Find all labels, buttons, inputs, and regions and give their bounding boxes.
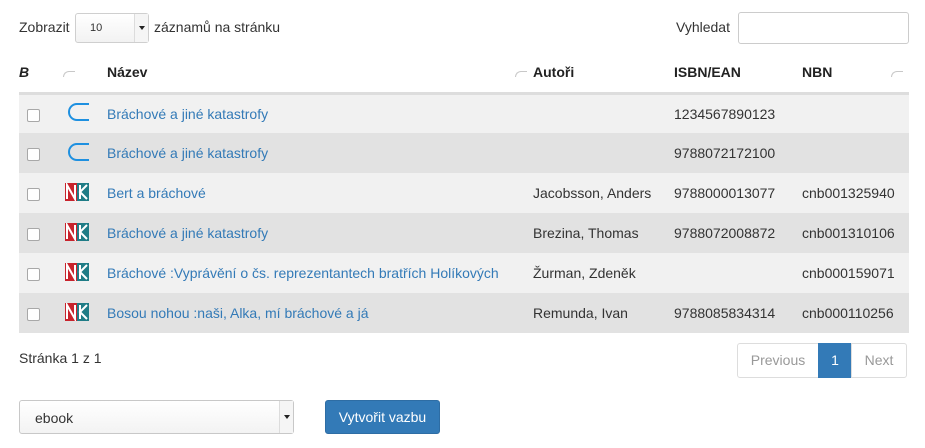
nbn-cell [802,93,909,133]
page-1-button[interactable]: 1 [818,343,852,378]
record-title-link[interactable]: Bráchové a jiné katastrofy [107,106,268,122]
table-header-row: B Název Autoři ISBN/EAN NBN [19,53,909,95]
nbn-cell: cnb001310106 [802,225,895,241]
table-row: Bráchové :Vyprávění o čs. reprezentantec… [19,253,909,293]
row-check-cell [19,253,53,293]
length-prefix-label: Zobrazit [19,19,70,35]
length-suffix-label: záznamů na stránku [154,19,281,35]
authors-cell: Jacobsson, Anders [533,185,652,201]
title-cell: Bráchové :Vyprávění o čs. reprezentantec… [107,253,533,293]
sort-icon [891,71,903,77]
table-row: Bert a bráchové Jacobsson, Anders 97880000… [19,173,909,213]
nbn-cell: cnb001325940 [802,185,895,201]
page-length-value: 10 [90,22,103,34]
title-cell: Bert a bráchové [107,173,533,213]
row-checkbox[interactable] [27,147,40,161]
row-checkbox[interactable] [27,187,40,201]
table-row: Bráchové a jiné katastrofy Brezina, Thoma… [19,213,909,253]
search-input[interactable] [738,12,909,44]
header-isbn[interactable]: ISBN/EAN [674,53,802,95]
header-icon[interactable] [53,53,107,95]
title-cell: Bráchové a jiné katastrofy [107,213,533,253]
title-cell: Bráchové a jiné katastrofy [107,133,533,173]
row-check-cell [19,173,53,213]
isbn-cell [674,253,802,293]
record-title-link[interactable]: Bráchové a jiné katastrofy [107,225,268,241]
record-title-link[interactable]: Bráchové a jiné katastrofy [107,145,268,161]
link-type-value: ebook [35,410,74,426]
nk-logo-icon [53,213,107,253]
authors-cell: Žurman, Zdeněk [533,265,636,281]
search-label: Vyhledat [676,19,730,35]
row-checkbox[interactable] [27,267,40,281]
authors-cell: Brezina, Thomas [533,225,639,241]
ebook-bracket-icon [53,133,107,173]
record-title-link[interactable]: Bráchové :Vyprávění o čs. reprezentantec… [107,265,499,281]
table-row: Bosou nohou :naši, Alka, mí bráchové a j… [19,293,909,333]
title-cell: Bráchové a jiné katastrofy [107,93,533,133]
create-link-button[interactable]: Vytvořit vazbu [325,400,440,434]
row-check-cell [19,213,53,253]
header-nbn-label: NBN [802,64,833,81]
ebook-bracket-icon [53,93,107,133]
pagination: Previous 1 Next [737,343,907,378]
header-authors-label: Autoři [533,64,575,81]
row-checkbox[interactable] [27,307,40,321]
nbn-cell [802,133,909,173]
isbn-cell: 9788072008872 [674,225,776,241]
nbn-cell: cnb000110256 [802,305,894,321]
page-info: Stránka 1 z 1 [19,350,102,366]
isbn-cell: 9788000013077 [674,185,776,201]
sort-icon [515,71,527,77]
isbn-cell: 1234567890123 [674,105,776,122]
isbn-cell: 9788072172100 [674,145,776,161]
dropdown-arrow-icon [279,401,293,433]
authors-cell: Remunda, Ivan [533,305,628,321]
table-row: Bráchové a jiné katastrofy 1234567890123 [19,93,909,133]
records-table: B Název Autoři ISBN/EAN NBN Bráchové a j… [19,53,909,333]
authors-cell [533,133,674,173]
header-check[interactable]: B [19,53,53,95]
row-check-cell [19,133,53,173]
table-row: Bráchové a jiné katastrofy 9788072172100 [19,133,909,173]
authors-cell [533,93,674,133]
isbn-cell: 9788085834314 [674,305,776,321]
row-check-cell [19,93,53,133]
page-length-select[interactable]: 10 [75,13,149,43]
header-title[interactable]: Název [107,53,533,95]
sort-icon [63,71,75,77]
nk-logo-icon [53,253,107,293]
next-button[interactable]: Next [851,343,907,378]
header-isbn-label: ISBN/EAN [674,64,741,81]
link-type-select[interactable]: ebook [19,400,294,434]
row-checkbox[interactable] [27,108,40,122]
title-cell: Bosou nohou :naši, Alka, mí bráchové a j… [107,293,533,333]
dropdown-arrow-icon [134,14,148,42]
header-nbn[interactable]: NBN [802,53,909,95]
row-check-cell [19,293,53,333]
record-title-link[interactable]: Bosou nohou :naši, Alka, mí bráchové a j… [107,305,369,321]
header-authors[interactable]: Autoři [533,53,674,95]
nk-logo-icon [53,293,107,333]
header-title-label: Název [107,64,148,81]
record-title-link[interactable]: Bert a bráchové [107,185,206,201]
header-check-label: B [19,64,30,81]
previous-button[interactable]: Previous [737,343,819,378]
nk-logo-icon [53,173,107,213]
nbn-cell: cnb000159071 [802,265,895,281]
row-checkbox[interactable] [27,227,40,241]
table-controls: Zobrazit 10 záznamů na stránku Vyhledat [19,12,909,44]
